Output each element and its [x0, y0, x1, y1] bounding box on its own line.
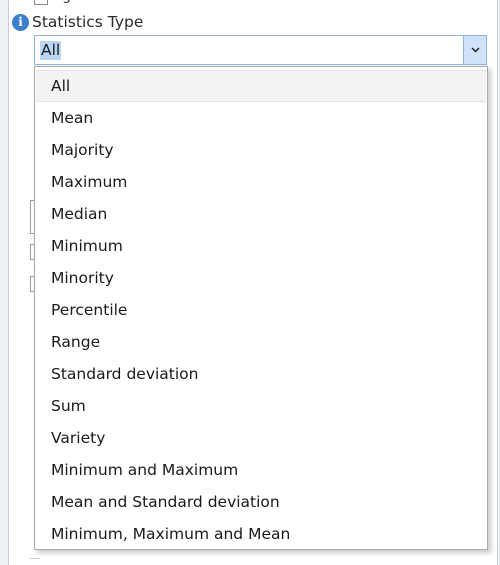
statistics-type-dropdown-list[interactable]: All Mean Majority Maximum Median Minimum Minor… — [34, 66, 488, 550]
statistics-type-value[interactable]: All — [40, 41, 62, 60]
dropdown-option[interactable]: Standard deviation — [36, 358, 486, 390]
dropdown-option[interactable]: Minimum — [36, 230, 486, 262]
dropdown-option[interactable]: Minority — [36, 262, 486, 294]
dropdown-option[interactable]: Variety — [36, 422, 486, 454]
dropdown-option[interactable]: Percentile — [36, 294, 486, 326]
ignore-checkbox[interactable] — [34, 0, 48, 5]
panel-border — [8, 0, 9, 565]
dropdown-option[interactable]: Minimum and Maximum — [36, 454, 486, 486]
dropdown-option[interactable]: Median — [36, 198, 486, 230]
statistics-type-label: Statistics Type — [32, 13, 144, 31]
divider — [30, 558, 40, 559]
dropdown-option[interactable]: Sum — [36, 390, 486, 422]
panel-left-gutter — [0, 0, 8, 565]
dropdown-option[interactable]: Maximum — [36, 166, 486, 198]
dropdown-option[interactable]: All — [36, 70, 486, 102]
dropdown-option[interactable]: Range — [36, 326, 486, 358]
dropdown-option[interactable]: Majority — [36, 134, 486, 166]
statistics-type-combobox[interactable]: All — [34, 35, 487, 65]
dropdown-toggle-button[interactable] — [463, 36, 486, 64]
ignore-checkbox-label: Ig — [58, 0, 78, 4]
dropdown-option[interactable]: Mean and Standard deviation — [36, 486, 486, 518]
info-icon[interactable]: i — [12, 14, 29, 31]
chevron-down-icon — [471, 47, 480, 53]
dropdown-option[interactable]: Minimum, Maximum and Mean — [36, 518, 486, 550]
dropdown-option[interactable]: Mean — [36, 102, 486, 134]
